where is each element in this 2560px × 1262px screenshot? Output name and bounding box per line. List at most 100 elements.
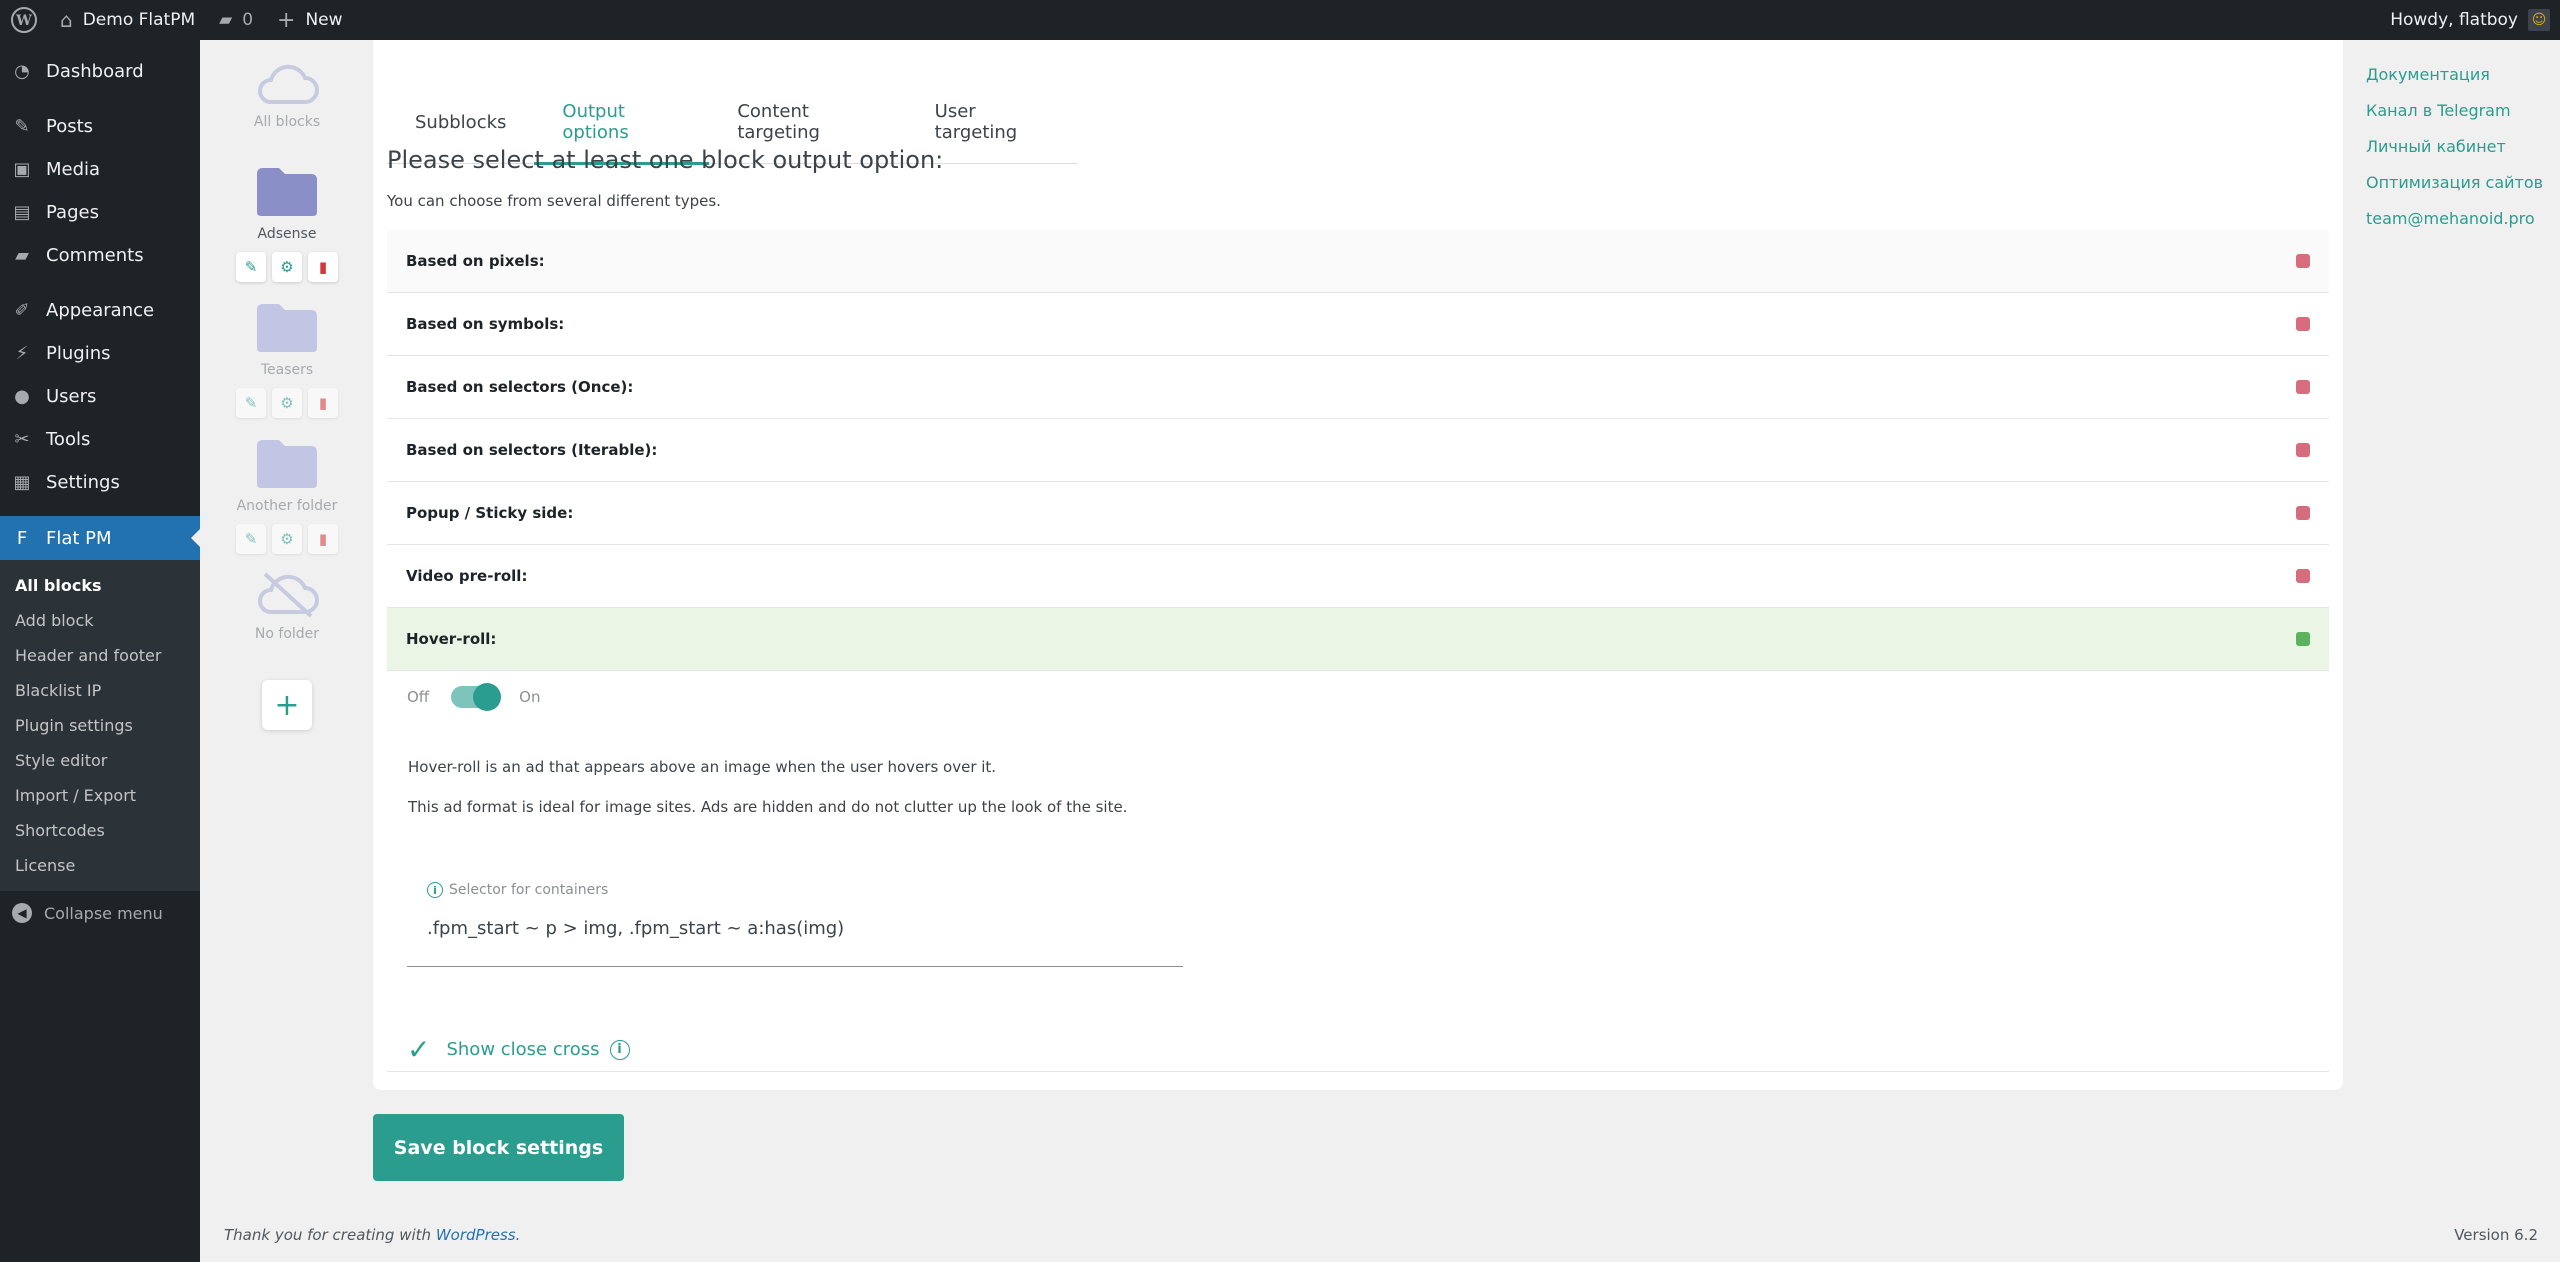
submenu-shortcodes[interactable]: Shortcodes bbox=[0, 813, 200, 848]
option-row-selectors-once[interactable]: Based on selectors (Once): bbox=[387, 356, 2329, 419]
option-row-selectors-iterable[interactable]: Based on selectors (Iterable): bbox=[387, 419, 2329, 482]
sidebar-item-flatpm[interactable]: F Flat PM bbox=[0, 516, 200, 560]
footer-thanks: Thank you for creating with WordPress. bbox=[224, 1226, 521, 1244]
status-dot bbox=[2296, 254, 2310, 268]
hover-roll-description-2: This ad format is ideal for image sites.… bbox=[408, 798, 1128, 816]
submenu-blacklist-ip[interactable]: Blacklist IP bbox=[0, 673, 200, 708]
delete-folder-button[interactable]: ▮ bbox=[308, 524, 338, 554]
new-content-link[interactable]: + New bbox=[265, 0, 355, 40]
hover-roll-toggle-row: Off On bbox=[407, 683, 540, 711]
save-block-settings-button[interactable]: Save block settings bbox=[373, 1114, 624, 1181]
folder-settings-button[interactable]: ⚙ bbox=[272, 252, 302, 282]
folder-icon bbox=[257, 304, 317, 352]
checkmark-icon: ✓ bbox=[407, 1033, 431, 1066]
pin-icon: ✎ bbox=[14, 116, 30, 137]
svg-text:W: W bbox=[15, 13, 32, 29]
show-close-cross-checkbox[interactable]: ✓ Show close cross i bbox=[407, 1033, 636, 1066]
folder-all-blocks[interactable]: All blocks bbox=[200, 62, 374, 130]
wordpress-logo-icon[interactable]: W bbox=[0, 0, 48, 40]
folder-settings-button[interactable]: ⚙ bbox=[272, 524, 302, 554]
output-options-list: Based on pixels: Based on symbols: Based… bbox=[387, 230, 2329, 671]
page-subtitle: You can choose from several different ty… bbox=[387, 192, 721, 210]
flatpm-icon: F bbox=[16, 527, 28, 549]
sidebar-item-appearance[interactable]: ✐ Appearance bbox=[0, 289, 200, 332]
status-dot bbox=[2296, 506, 2310, 520]
dashboard-icon: ◔ bbox=[14, 61, 30, 82]
submenu-header-footer[interactable]: Header and footer bbox=[0, 638, 200, 673]
cloud-icon bbox=[258, 64, 319, 104]
plugin-icon: ⚡ bbox=[15, 343, 29, 364]
block-settings-panel: Subblocks Output options Content targeti… bbox=[373, 40, 2343, 1090]
avatar: ☺ bbox=[2528, 9, 2550, 31]
submenu-license[interactable]: License bbox=[0, 848, 200, 883]
submenu-plugin-settings[interactable]: Plugin settings bbox=[0, 708, 200, 743]
folder-adsense[interactable]: Adsense ✎ ⚙ ▮ bbox=[200, 166, 374, 282]
user-icon: ● bbox=[14, 386, 30, 407]
plus-icon: + bbox=[277, 7, 296, 33]
folder-another[interactable]: Another folder ✎ ⚙ ▮ bbox=[200, 438, 374, 554]
link-telegram[interactable]: Канал в Telegram bbox=[2366, 92, 2556, 128]
cloud-off-icon bbox=[258, 572, 319, 618]
footer-version: Version 6.2 bbox=[2454, 1226, 2538, 1244]
status-dot bbox=[2296, 380, 2310, 394]
flatpm-submenu: All blocks Add block Header and footer B… bbox=[0, 560, 200, 891]
submenu-import-export[interactable]: Import / Export bbox=[0, 778, 200, 813]
option-row-popup[interactable]: Popup / Sticky side: bbox=[387, 482, 2329, 545]
folder-settings-button[interactable]: ⚙ bbox=[272, 388, 302, 418]
sidebar-item-plugins[interactable]: ⚡ Plugins bbox=[0, 332, 200, 375]
sidebar-item-dashboard[interactable]: ◔ Dashboard bbox=[0, 50, 200, 93]
media-icon: ▣ bbox=[13, 159, 31, 180]
edit-folder-button[interactable]: ✎ bbox=[236, 524, 266, 554]
admin-bar: W ⌂ Demo FlatPM ▰ 0 + New Howdy, flatboy… bbox=[0, 0, 2560, 40]
comments-icon: ▰ bbox=[15, 245, 29, 266]
home-icon: ⌂ bbox=[60, 8, 73, 32]
submenu-add-block[interactable]: Add block bbox=[0, 603, 200, 638]
plus-icon: + bbox=[274, 687, 300, 723]
submenu-all-blocks[interactable]: All blocks bbox=[0, 568, 200, 603]
option-row-pixels[interactable]: Based on pixels: bbox=[387, 230, 2329, 293]
collapse-menu-button[interactable]: ◀ Collapse menu bbox=[0, 891, 200, 935]
status-dot bbox=[2296, 569, 2310, 583]
site-name-link[interactable]: ⌂ Demo FlatPM bbox=[48, 0, 207, 40]
sidebar-item-comments[interactable]: ▰ Comments bbox=[0, 234, 200, 277]
sidebar-item-media[interactable]: ▣ Media bbox=[0, 148, 200, 191]
status-dot bbox=[2296, 443, 2310, 457]
link-optimization[interactable]: Оптимизация сайтов bbox=[2366, 164, 2556, 200]
option-row-symbols[interactable]: Based on symbols: bbox=[387, 293, 2329, 356]
help-links: Документация Канал в Telegram Личный каб… bbox=[2366, 56, 2556, 236]
sidebar-item-settings[interactable]: ▦ Settings bbox=[0, 461, 200, 504]
option-row-video-preroll[interactable]: Video pre-roll: bbox=[387, 545, 2329, 608]
hover-roll-toggle[interactable] bbox=[451, 683, 502, 711]
submenu-style-editor[interactable]: Style editor bbox=[0, 743, 200, 778]
add-folder-button[interactable]: + bbox=[262, 680, 312, 730]
folder-teasers[interactable]: Teasers ✎ ⚙ ▮ bbox=[200, 302, 374, 418]
folder-icon bbox=[257, 168, 317, 216]
folder-no-folder[interactable]: No folder bbox=[200, 570, 374, 642]
option-row-hover-roll[interactable]: Hover-roll: bbox=[387, 608, 2329, 671]
sidebar-item-users[interactable]: ● Users bbox=[0, 375, 200, 418]
info-icon[interactable]: i bbox=[427, 882, 443, 898]
pages-icon: ▤ bbox=[13, 202, 31, 223]
admin-sidebar: ◔ Dashboard ✎ Posts ▣ Media ▤ Pages ▰ Comment… bbox=[0, 40, 200, 1262]
link-documentation[interactable]: Документация bbox=[2366, 56, 2556, 92]
comments-link[interactable]: ▰ 0 bbox=[207, 0, 265, 40]
edit-folder-button[interactable]: ✎ bbox=[236, 388, 266, 418]
delete-folder-button[interactable]: ▮ bbox=[308, 388, 338, 418]
sidebar-item-pages[interactable]: ▤ Pages bbox=[0, 191, 200, 234]
link-email[interactable]: team@mehanoid.pro bbox=[2366, 200, 2556, 236]
sidebar-item-tools[interactable]: ✂ Tools bbox=[0, 418, 200, 461]
wrench-icon: ✂ bbox=[14, 429, 30, 450]
status-dot bbox=[2296, 317, 2310, 331]
status-dot bbox=[2296, 632, 2310, 646]
sidebar-item-posts[interactable]: ✎ Posts bbox=[0, 105, 200, 148]
wordpress-link[interactable]: WordPress bbox=[436, 1226, 516, 1244]
info-icon[interactable]: i bbox=[609, 1039, 630, 1060]
selector-field: i Selector for containers bbox=[407, 882, 1183, 967]
page-title: Please select at least one block output … bbox=[387, 146, 944, 174]
delete-folder-button[interactable]: ▮ bbox=[308, 252, 338, 282]
selector-input[interactable] bbox=[427, 918, 1167, 939]
my-account[interactable]: Howdy, flatboy ☺ bbox=[2390, 9, 2560, 31]
edit-folder-button[interactable]: ✎ bbox=[236, 252, 266, 282]
link-account[interactable]: Личный кабинет bbox=[2366, 128, 2556, 164]
folder-icon bbox=[257, 440, 317, 488]
